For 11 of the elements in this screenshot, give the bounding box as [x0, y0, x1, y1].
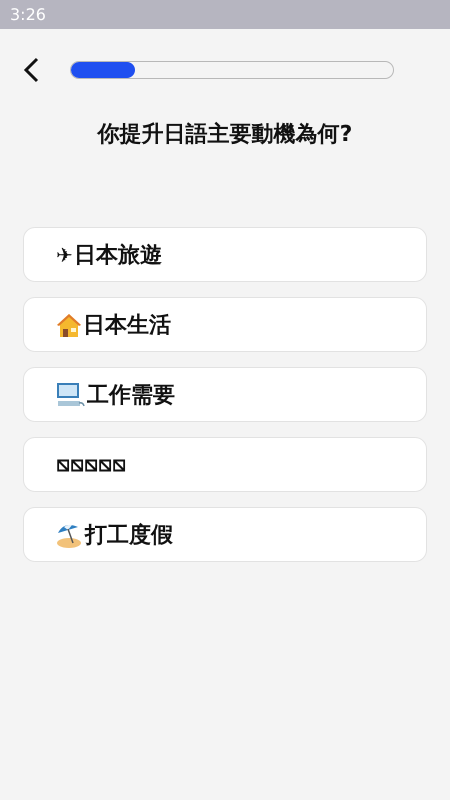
- computer-icon: [56, 382, 86, 408]
- answer-option[interactable]: 日本生活: [23, 297, 427, 352]
- house-icon: [56, 312, 82, 338]
- back-icon: [22, 56, 40, 84]
- airplane-icon: ✈: [56, 242, 73, 266]
- question-title: 你提升日語主要動機為何?: [96, 120, 354, 149]
- answer-option[interactable]: 工作需要: [23, 367, 427, 422]
- answer-option[interactable]: 打工度假: [23, 507, 427, 562]
- status-time: 3:26: [10, 5, 46, 24]
- answer-option[interactable]: ⧅⧅⧅⧅⧅: [23, 437, 427, 492]
- answer-option[interactable]: ✈日本旅遊: [23, 227, 427, 282]
